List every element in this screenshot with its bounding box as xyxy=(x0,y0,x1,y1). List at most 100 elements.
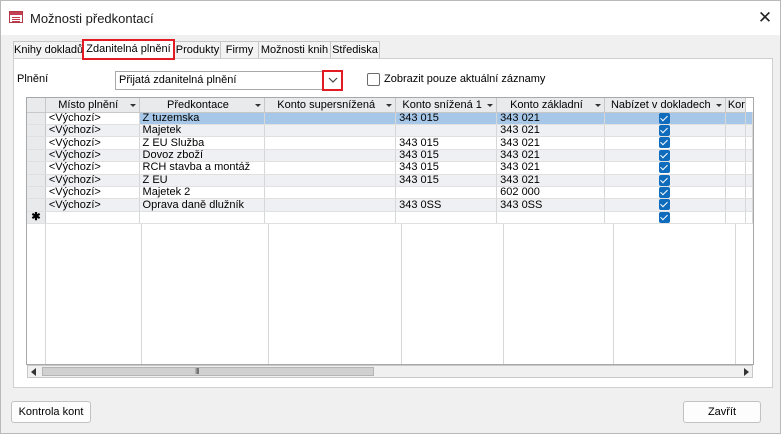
cell-predkontace[interactable]: Z tuzemska xyxy=(139,112,266,125)
table-row[interactable]: <Výchozí> Dovoz zboží 343 015 343 021 xyxy=(27,149,753,163)
row-selector[interactable] xyxy=(27,174,46,187)
table-row[interactable]: <Výchozí> RCH stavba a montáž 343 015 343 0… xyxy=(27,161,753,175)
table-row[interactable]: <Výchozí> Majetek 2 602 000 xyxy=(27,186,753,200)
cell-misto[interactable]: <Výchozí> xyxy=(45,186,140,200)
sort-dropdown-icon[interactable] xyxy=(487,104,494,107)
cell-zakladni[interactable]: 343 021 xyxy=(496,149,605,163)
cell-snizena1[interactable]: 343 015 xyxy=(395,149,498,163)
row-selector[interactable] xyxy=(27,186,46,200)
checked-checkbox[interactable] xyxy=(659,149,671,161)
cell-snizena1[interactable]: 343 015 xyxy=(395,161,498,175)
table-row[interactable]: <Výchozí> Z EU Služba 343 015 343 021 xyxy=(27,136,753,150)
cell-zakladni[interactable]: 343 021 xyxy=(496,174,605,187)
cell-zakladni[interactable]: 343 021 xyxy=(496,161,605,175)
scroll-left-icon[interactable] xyxy=(28,366,40,377)
cell-kor[interactable] xyxy=(725,198,747,212)
new-record-cell[interactable] xyxy=(45,211,140,225)
cell-snizena1[interactable]: 343 015 xyxy=(395,136,498,150)
new-record-row[interactable]: ✱ xyxy=(27,211,753,225)
cell-misto[interactable]: <Výchozí> xyxy=(45,198,140,212)
row-selector[interactable] xyxy=(27,198,46,212)
table-row[interactable]: <Výchozí> Z tuzemska 343 015 343 021 xyxy=(27,112,753,125)
cell-snizena1[interactable] xyxy=(395,186,498,200)
cell-zakladni[interactable]: 602 000 xyxy=(496,186,605,200)
cell-snizena1[interactable]: 343 0SS xyxy=(395,198,498,212)
row-selector[interactable] xyxy=(27,112,46,125)
tab-produkty[interactable]: Produkty xyxy=(174,41,221,59)
col-header-nabizet-v-dokladech[interactable]: Nabízet v dokladech xyxy=(604,98,726,113)
cell-misto[interactable]: <Výchozí> xyxy=(45,136,140,150)
tab-zdanitelna-plneni[interactable]: Zdanitelná plnění xyxy=(82,39,175,60)
row-selector[interactable] xyxy=(27,124,46,138)
cell-misto[interactable]: <Výchozí> xyxy=(45,149,140,163)
scroll-thumb[interactable]: III xyxy=(42,367,374,376)
plneni-combo[interactable]: Přijatá zdanitelná plnění xyxy=(115,70,343,91)
cell-predkontace[interactable]: Majetek 2 xyxy=(139,186,266,200)
scroll-right-icon[interactable] xyxy=(740,366,752,377)
sort-dropdown-icon[interactable] xyxy=(255,104,262,107)
table-row[interactable]: <Výchozí> Z EU 343 015 343 021 xyxy=(27,174,753,187)
cell-supersnizena[interactable] xyxy=(264,186,397,200)
tab-moznosti-knih[interactable]: Možnosti knih xyxy=(258,41,331,59)
cell-zakladni[interactable]: 343 0SS xyxy=(496,198,605,212)
checked-checkbox[interactable] xyxy=(659,211,671,223)
col-header-misto-plneni[interactable]: Místo plnění xyxy=(45,98,140,113)
cell-predkontace[interactable]: Oprava daně dlužník xyxy=(139,198,266,212)
sort-dropdown-icon[interactable] xyxy=(594,104,601,107)
new-record-cell[interactable] xyxy=(745,211,753,225)
cell-kor[interactable] xyxy=(725,112,747,125)
cell-supersnizena[interactable] xyxy=(264,112,397,125)
row-selector[interactable] xyxy=(27,149,46,163)
cell-kor[interactable] xyxy=(725,174,747,187)
cell-misto[interactable]: <Výchozí> xyxy=(45,124,140,138)
cell-zakladni[interactable]: 343 021 xyxy=(496,112,605,125)
sort-dropdown-icon[interactable] xyxy=(715,104,722,107)
cell-kor[interactable] xyxy=(725,161,747,175)
row-selector[interactable] xyxy=(27,136,46,150)
new-record-cell[interactable] xyxy=(395,211,498,225)
cell-snizena1[interactable]: 343 015 xyxy=(395,174,498,187)
cell-predkontace[interactable]: Dovoz zboží xyxy=(139,149,266,163)
cell-supersnizena[interactable] xyxy=(264,198,397,212)
row-selector[interactable] xyxy=(27,161,46,175)
tab-firmy[interactable]: Firmy xyxy=(220,41,259,59)
col-header-konto-supersnizena[interactable]: Konto supersnížená xyxy=(264,98,397,113)
show-current-checkbox[interactable] xyxy=(367,73,380,86)
cell-supersnizena[interactable] xyxy=(264,124,397,138)
new-record-cell[interactable] xyxy=(139,211,266,225)
cell-misto[interactable]: <Výchozí> xyxy=(45,112,140,125)
predkontace-grid[interactable]: Místo plnění Předkontace Konto supersníž… xyxy=(26,97,754,365)
sort-dropdown-icon[interactable] xyxy=(129,104,136,107)
sort-dropdown-icon[interactable] xyxy=(386,104,393,107)
col-header-konto-snizena-1[interactable]: Konto snížená 1 xyxy=(395,98,498,113)
new-record-cell[interactable] xyxy=(725,211,747,225)
table-row[interactable]: <Výchozí> Oprava daně dlužník 343 0SS 343 0… xyxy=(27,198,753,212)
cell-kor[interactable] xyxy=(725,186,747,200)
cell-predkontace[interactable]: Z EU Služba xyxy=(139,136,266,150)
zavrit-button[interactable]: Zavřít xyxy=(683,401,761,423)
cell-supersnizena[interactable] xyxy=(264,136,397,150)
cell-snizena1[interactable]: 343 015 xyxy=(395,112,498,125)
cell-predkontace[interactable]: Majetek xyxy=(139,124,266,138)
cell-misto[interactable]: <Výchozí> xyxy=(45,174,140,187)
col-header-konto-zakladni[interactable]: Konto základní xyxy=(496,98,605,113)
new-record-cell[interactable] xyxy=(496,211,605,225)
cell-supersnizena[interactable] xyxy=(264,161,397,175)
checked-checkbox[interactable] xyxy=(659,124,671,136)
new-record-cell[interactable] xyxy=(264,211,397,225)
cell-predkontace[interactable]: Z EU xyxy=(139,174,266,187)
plneni-dropdown-button[interactable] xyxy=(322,70,343,91)
cell-kor[interactable] xyxy=(725,124,747,138)
cell-predkontace[interactable]: RCH stavba a montáž xyxy=(139,161,266,175)
checked-checkbox[interactable] xyxy=(659,199,671,211)
cell-zakladni[interactable]: 343 021 xyxy=(496,124,605,138)
cell-supersnizena[interactable] xyxy=(264,174,397,187)
col-header-predkontace[interactable]: Předkontace xyxy=(139,98,266,113)
grid-corner[interactable] xyxy=(27,98,46,113)
close-icon[interactable]: ✕ xyxy=(754,7,776,29)
checked-checkbox[interactable] xyxy=(659,112,671,124)
tab-strediska[interactable]: Střediska xyxy=(330,41,380,59)
tab-knihy-dokladu[interactable]: Knihy dokladů xyxy=(13,41,83,59)
horizontal-scrollbar[interactable]: III xyxy=(27,365,753,378)
checked-checkbox[interactable] xyxy=(659,174,671,186)
